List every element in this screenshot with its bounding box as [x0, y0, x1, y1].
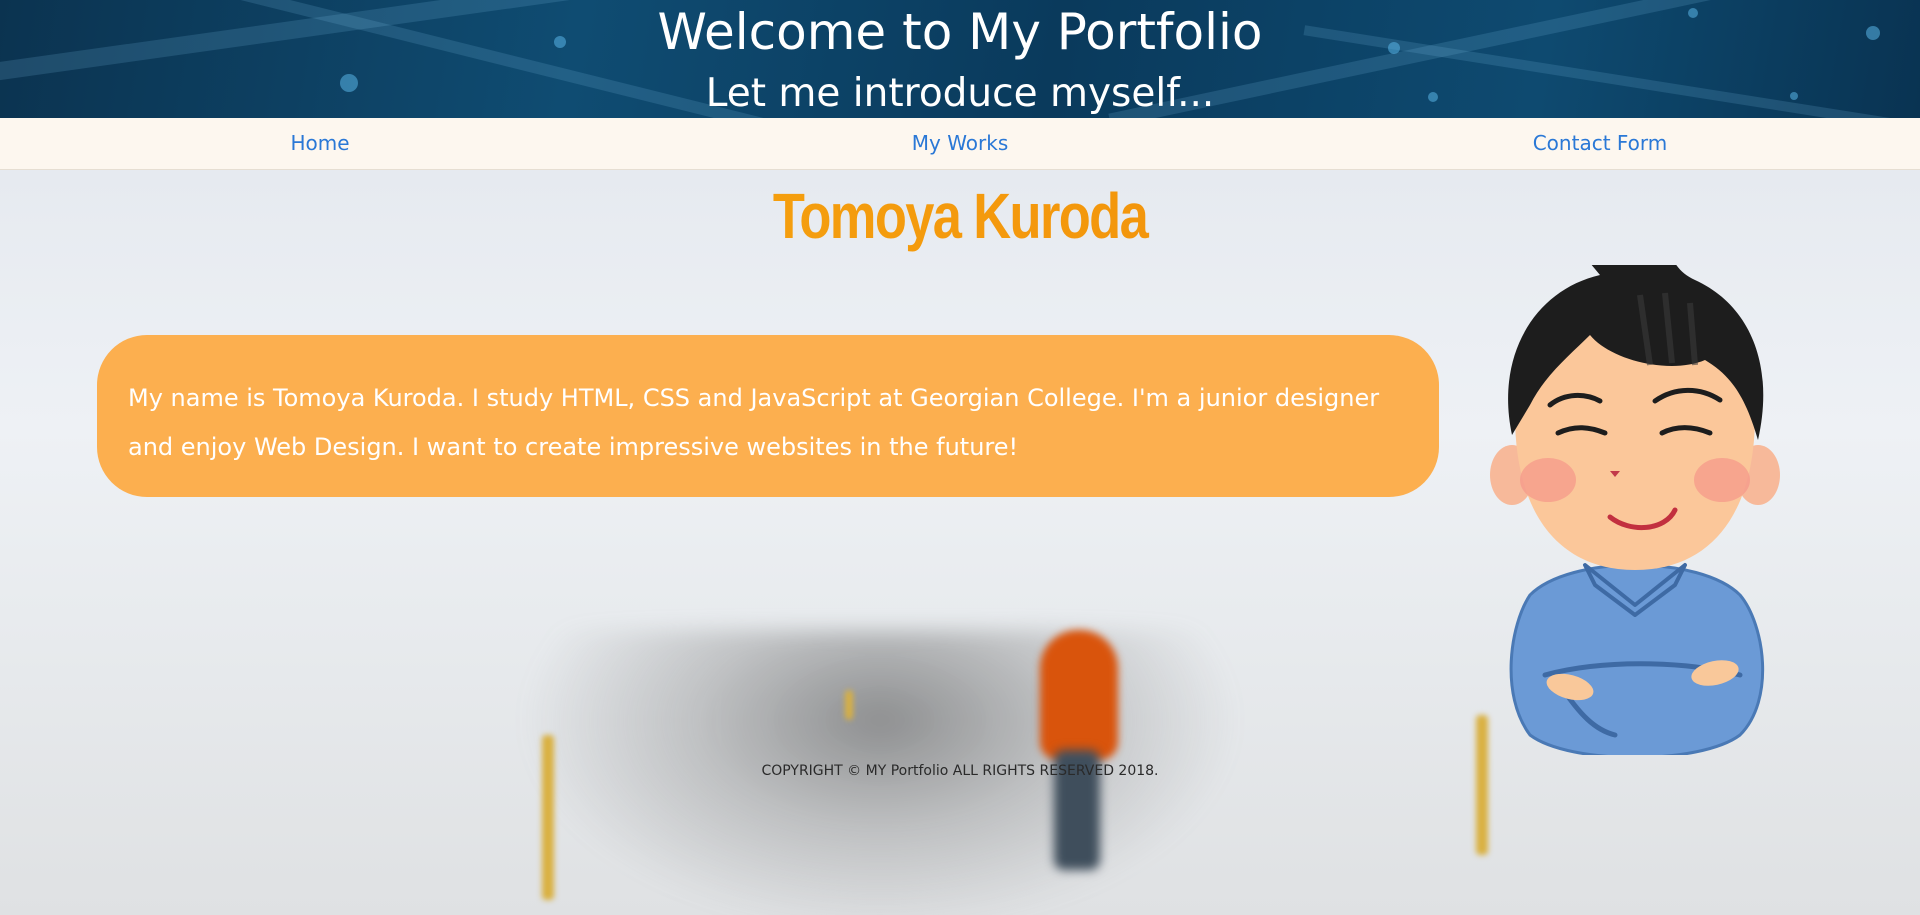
main-nav: Home My Works Contact Form — [0, 118, 1920, 170]
intro-text: My name is Tomoya Kuroda. I study HTML, … — [128, 384, 1380, 461]
nav-link-contact-form[interactable]: Contact Form — [1533, 131, 1668, 155]
page-title: Welcome to My Portfolio — [657, 3, 1263, 61]
avatar-illustration — [1490, 265, 1780, 755]
portfolio-page: Welcome to My Portfolio Let me introduce… — [0, 0, 1920, 915]
background-pole — [1476, 715, 1488, 855]
intro-card: My name is Tomoya Kuroda. I study HTML, … — [97, 335, 1439, 497]
nav-link-home[interactable]: Home — [290, 131, 349, 155]
background-walker — [1040, 630, 1118, 760]
background-pole — [542, 735, 554, 900]
background-pole — [845, 690, 853, 720]
profile-name: Tomoya Kuroda — [173, 176, 1747, 256]
nav-link-my-works[interactable]: My Works — [912, 131, 1009, 155]
page-subtitle: Let me introduce myself... — [705, 71, 1215, 116]
header-banner: Welcome to My Portfolio Let me introduce… — [0, 0, 1920, 118]
copyright-text: COPYRIGHT © MY Portfolio ALL RIGHTS RESE… — [761, 763, 1159, 779]
